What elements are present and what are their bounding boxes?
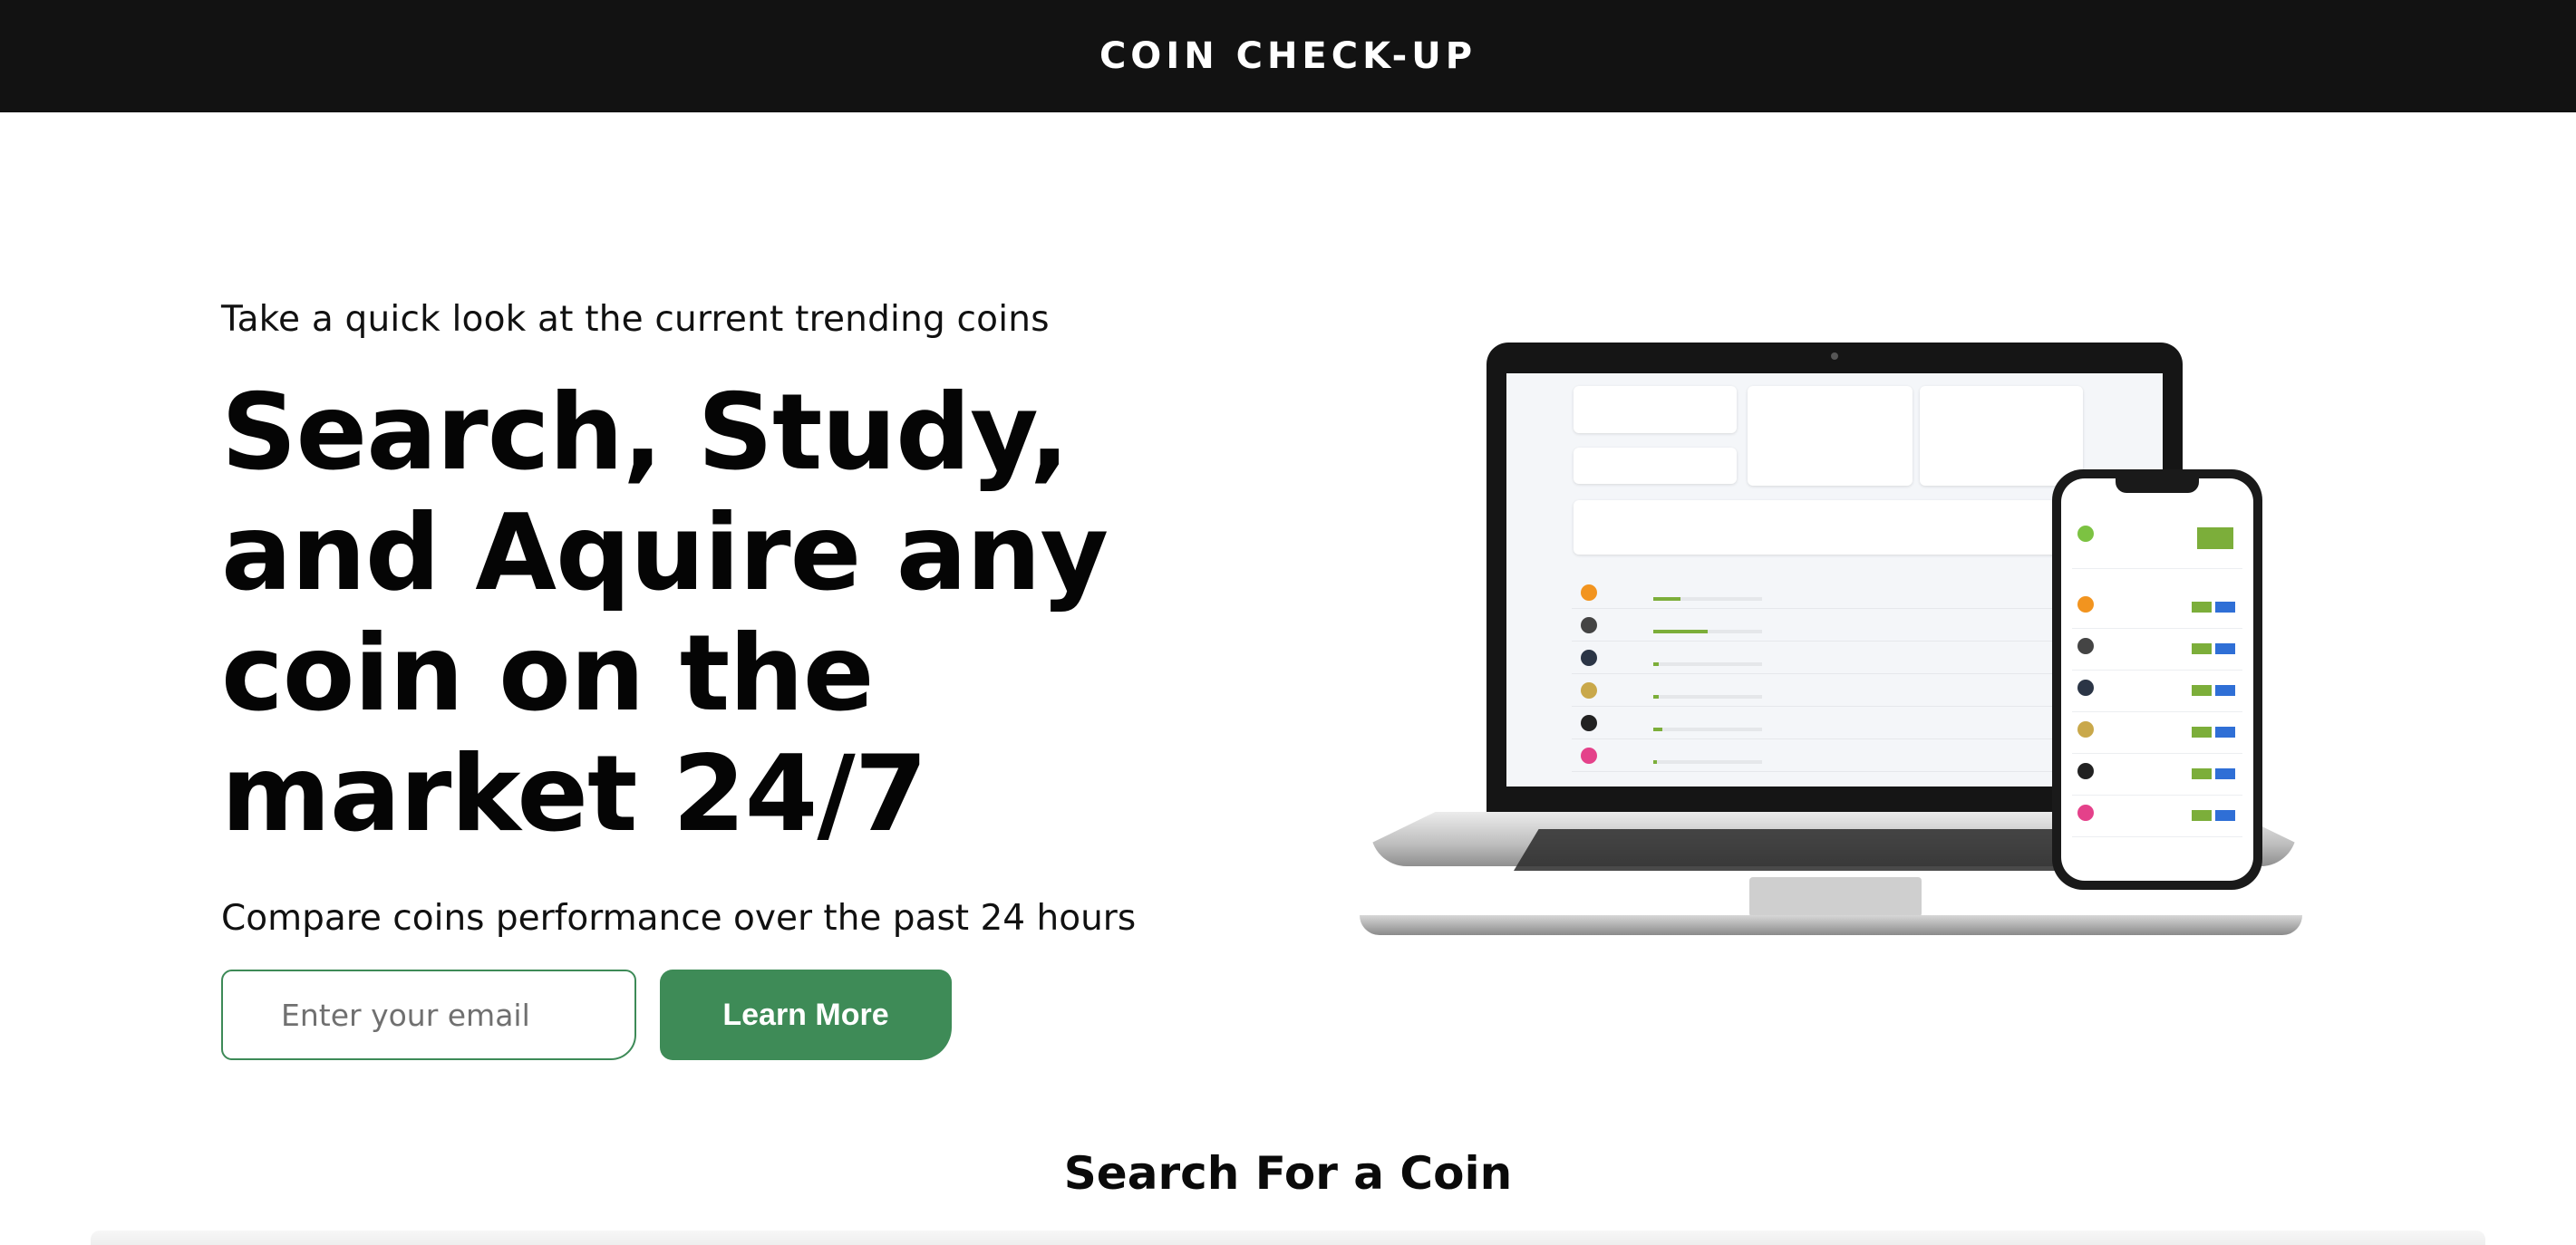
phone-asset-row bbox=[2072, 629, 2242, 671]
support-card bbox=[1920, 386, 2083, 486]
signup-form: Learn More bbox=[221, 970, 1309, 1060]
email-input[interactable] bbox=[221, 970, 636, 1060]
laptop-trackpad bbox=[1749, 877, 1922, 917]
hero-text-block: Take a quick look at the current trendin… bbox=[221, 299, 1309, 1060]
hero-headline: Search, Study, and Aquire any coin on th… bbox=[221, 372, 1109, 855]
search-panel bbox=[91, 1231, 2485, 1245]
laptop-foot bbox=[1360, 915, 2302, 935]
phone-asset-row bbox=[2072, 712, 2242, 754]
top-bar: COIN CHECK-UP bbox=[0, 0, 2576, 112]
learn-more-button[interactable]: Learn More bbox=[660, 970, 952, 1060]
phone-asset-row bbox=[2072, 796, 2242, 837]
brand-logo-text[interactable]: COIN CHECK-UP bbox=[1099, 35, 1477, 77]
portfolio-card bbox=[1574, 448, 1737, 484]
phone-screen bbox=[2061, 478, 2253, 881]
account-card bbox=[1574, 386, 1737, 433]
phone-asset-row bbox=[2072, 754, 2242, 796]
laptop-keyboard bbox=[1514, 829, 2139, 871]
search-section-title: Search For a Coin bbox=[1063, 1147, 1513, 1200]
phone-notch bbox=[2116, 478, 2199, 493]
device-mockup-image bbox=[1360, 335, 2320, 951]
referral-card bbox=[1748, 386, 1913, 486]
hero-subline: Compare coins performance over the past … bbox=[221, 898, 1137, 939]
camera-dot bbox=[1831, 352, 1838, 360]
phone bbox=[2052, 469, 2262, 890]
hero-kicker: Take a quick look at the current trendin… bbox=[221, 299, 1050, 340]
phone-asset-row bbox=[2072, 587, 2242, 629]
phone-asset-row bbox=[2072, 671, 2242, 712]
phone-cash-row bbox=[2072, 515, 2242, 569]
